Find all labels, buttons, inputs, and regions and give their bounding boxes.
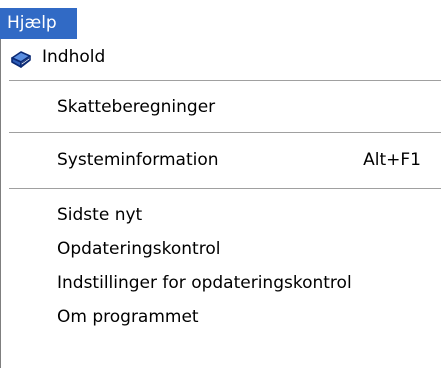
menu-separator (9, 188, 441, 190)
menu-item-label: Opdateringskontrol (57, 239, 221, 259)
menu-item-label: Indstillinger for opdateringskontrol (57, 273, 352, 293)
menu-item-label: Systeminformation (57, 150, 219, 170)
help-menu-dropdown: Indhold Skatteberegninger Systeminformat… (0, 39, 443, 368)
menu-item-tax-calculations[interactable]: Skatteberegninger (1, 90, 431, 124)
menu-separator (9, 132, 441, 134)
menu-item-update-check[interactable]: Opdateringskontrol (1, 232, 431, 266)
menu-item-system-information[interactable]: Systeminformation Alt+F1 (1, 143, 431, 177)
menu-item-label: Om programmet (57, 307, 199, 327)
menu-item-about[interactable]: Om programmet (1, 300, 431, 334)
menu-separator (9, 80, 441, 82)
menu-item-update-settings[interactable]: Indstillinger for opdateringskontrol (1, 266, 431, 300)
menu-item-contents[interactable]: Indhold (1, 40, 443, 74)
menu-item-shortcut: Alt+F1 (363, 150, 421, 170)
help-menu-title[interactable]: Hjælp (0, 8, 77, 39)
menu-item-label: Indhold (42, 47, 106, 67)
menu-item-label: Skatteberegninger (57, 97, 216, 117)
menu-item-latest-news[interactable]: Sidste nyt (1, 198, 431, 232)
help-book-icon (10, 47, 32, 68)
menu-item-label: Sidste nyt (57, 205, 143, 225)
